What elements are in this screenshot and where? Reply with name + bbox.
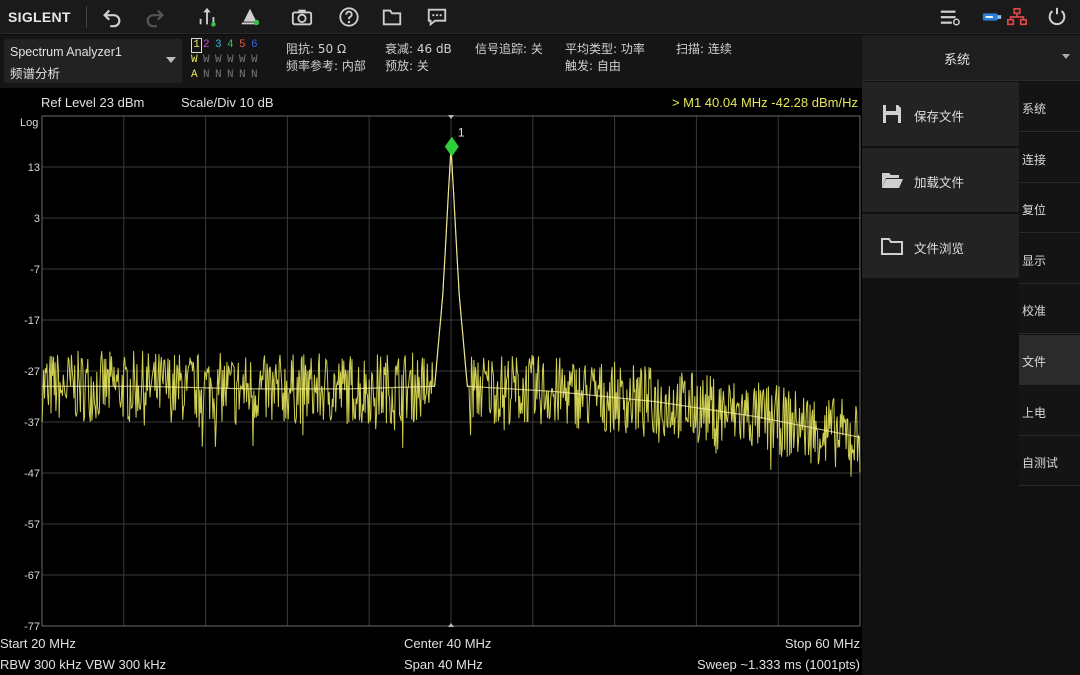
rbw-vbw-label[interactable]: RBW 300 kHz VBW 300 kHz [0,657,166,672]
chevron-down-icon [1062,54,1070,59]
center-tick-top [448,115,454,119]
undo-icon[interactable] [100,6,124,28]
marker-icon[interactable] [238,6,262,28]
trace-number-1[interactable]: 1 [191,38,202,53]
y-tick-label: -27 [24,366,40,378]
attenuation-label: 衰减: 46 dB [385,42,452,56]
y-tick-label: -67 [24,570,40,582]
trigger-label: 触发: 自由 [565,59,621,73]
trace-state-1: A [191,69,198,81]
tab-0[interactable]: 系统 [1019,82,1080,132]
y-tick-label: -57 [24,519,40,531]
center-freq-label[interactable]: Center 40 MHz [404,636,491,651]
mode-selector[interactable]: Spectrum Analyzer1 频谱分析 [4,39,182,83]
chevron-down-icon [166,57,176,63]
message-icon[interactable] [425,6,449,28]
stop-freq-label[interactable]: Stop 60 MHz [785,636,860,651]
y-tick-label: 3 [34,213,40,225]
save-file-label: 保存文件 [914,109,965,124]
tab-4[interactable]: 校准 [1019,284,1080,335]
y-tick-label: -17 [24,315,40,327]
tab-label: 自测试 [1022,456,1059,471]
trace-state-3: N [215,69,222,81]
load-file-label: 加载文件 [914,175,965,190]
freq-ref-label: 频率参考: 内部 [286,59,366,73]
file-browse-button[interactable]: 文件浏览 [862,214,1019,278]
toolbar: SIGLENT [0,0,1080,34]
avg-type-label: 平均类型: 功率 [565,42,645,56]
tab-label: 校准 [1022,304,1047,319]
span-label[interactable]: Span 40 MHz [404,657,483,672]
tab-label: 连接 [1022,152,1047,167]
mode-name: Spectrum Analyzer1 [10,45,122,59]
tab-1[interactable]: 连接 [1019,132,1080,183]
scale-type-label: Log [20,117,38,129]
y-tick-label: 13 [28,162,40,174]
tab-label: 上电 [1022,405,1047,420]
trace-number-6[interactable]: 6 [251,38,263,53]
info-bar: Spectrum Analyzer1 频谱分析 123456 WWWWWW AN… [0,35,862,88]
tab-label: 系统 [1022,102,1047,116]
trace-type-1: W [191,54,198,66]
usb-icon [980,6,1004,28]
side-menu-title: 系统 [943,53,970,68]
camera-icon[interactable] [290,6,314,28]
trace-state-5: N [239,69,246,81]
tracking-label: 信号追踪: 关 [475,42,543,56]
load-file-button[interactable]: 加载文件 [862,148,1019,212]
mode-subtitle: 频谱分析 [10,66,61,81]
file-browse-label: 文件浏览 [914,241,965,256]
trace-type-2: W [203,54,210,66]
tab-label: 显示 [1022,253,1047,268]
tab-label: 文件 [1022,355,1047,369]
trace-state-4: N [227,69,234,81]
y-tick-label: -47 [24,468,40,480]
tab-7[interactable]: 自测试 [1019,436,1080,487]
trace-state-2: N [203,69,210,81]
power-icon[interactable] [1045,6,1069,28]
menu-list-icon[interactable] [938,6,962,28]
marker-1-label: 1 [458,126,465,140]
trace-number-3[interactable]: 3 [215,38,227,53]
trace-number-5[interactable]: 5 [239,38,251,53]
side-menu-header[interactable]: 系统 [862,35,1080,81]
toolbar-separator [86,6,87,28]
y-tick-label: -77 [24,621,40,633]
trace-number-4[interactable]: 4 [227,38,239,53]
y-tick-label: -37 [24,417,40,429]
y-tick-label: -7 [30,264,40,276]
trace-status[interactable]: 123456 WWWWWW ANNNNN [191,38,263,83]
preamp-label: 预放: 关 [385,59,429,73]
sweep-mode-label: 扫描: 连续 [676,42,732,56]
marker-1-icon [444,136,459,157]
tab-label: 复位 [1022,203,1047,218]
network-icon [1005,6,1029,28]
folder-icon[interactable] [380,6,404,28]
help-icon[interactable] [337,6,361,28]
center-tick-bottom [448,623,454,627]
trace-number-2[interactable]: 2 [203,38,215,53]
trace-type-3: W [215,54,222,66]
tab-2[interactable]: 复位 [1019,183,1080,234]
folder-icon [881,238,903,255]
spectrum-graph[interactable]: Log 13 3 -7 -17 -27 -37 -47 -57 -67 -77 1 [0,88,862,675]
save-icon [883,105,901,123]
impedance-label: 阻抗: 50 Ω [286,42,347,56]
redo-icon[interactable] [143,6,167,28]
tab-5[interactable]: 文件 [1019,335,1080,385]
trace-type-6: W [251,54,258,66]
siglent-logo: SIGLENT [8,9,71,25]
tab-3[interactable]: 显示 [1019,233,1080,284]
start-freq-label[interactable]: Start 20 MHz [0,636,76,651]
trace-type-4: W [227,54,234,66]
trace-state-6: N [251,69,258,81]
trace-type-5: W [239,54,246,66]
save-file-button[interactable]: 保存文件 [862,82,1019,146]
peak-search-icon[interactable] [195,6,219,28]
spectrum-display: Ref Level 23 dBm Scale/Div 10 dB > M1 40… [0,88,862,675]
sweep-time-label[interactable]: Sweep ~1.333 ms (1001pts) [697,657,860,672]
side-menu-panel: 系统 保存文件 加载文件 文件浏览 系统连接复位显示校准文件上电自测试 [862,35,1080,675]
open-folder-icon [882,173,903,188]
tab-6[interactable]: 上电 [1019,385,1080,436]
